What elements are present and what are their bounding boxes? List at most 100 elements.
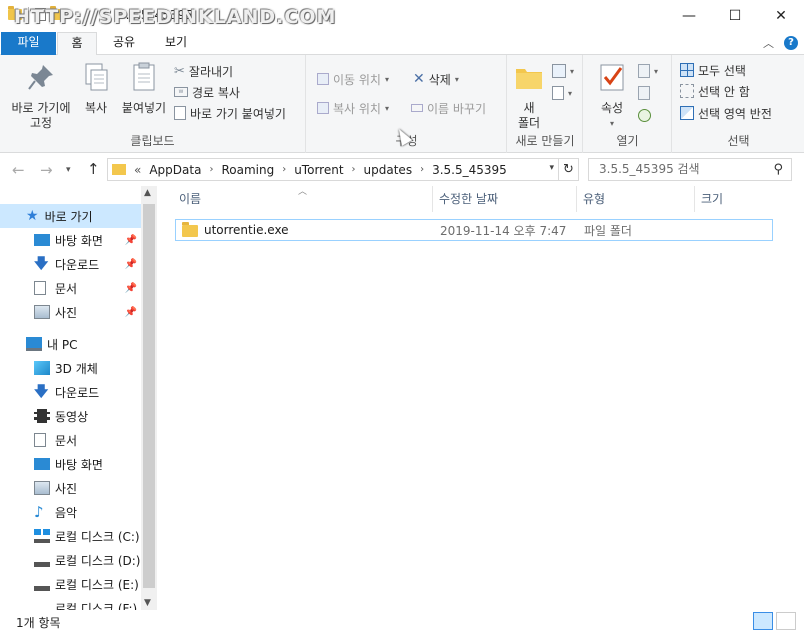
- scroll-up-icon[interactable]: ▲: [144, 188, 151, 198]
- search-icon[interactable]: ⚲: [773, 159, 783, 180]
- tab-home[interactable]: 홈: [57, 32, 97, 56]
- invert-selection-button[interactable]: 선택 영역 반전: [680, 103, 772, 123]
- nav-pc-drive-c[interactable]: 로컬 디스크 (C:): [0, 524, 141, 548]
- properties-check-icon: [600, 64, 624, 91]
- nav-quick-downloads-label: 다운로드: [55, 257, 100, 272]
- breadcrumb-appdata[interactable]: AppData: [149, 163, 201, 177]
- cube-icon: [34, 361, 50, 375]
- table-row[interactable]: utorrentie.exe 2019-11-14 오후 7:47 파일 폴더: [175, 219, 773, 241]
- rename-icon: [411, 104, 423, 112]
- new-item-button[interactable]: ▾: [552, 61, 574, 81]
- column-header-modified[interactable]: 수정한 날짜: [433, 186, 577, 212]
- search-input[interactable]: 3.5.5_45395 검색 ⚲: [588, 158, 792, 181]
- nav-quick-pictures[interactable]: 사진 📌: [0, 300, 141, 324]
- select-all-label: 모두 선택: [698, 63, 746, 78]
- nav-pc-music[interactable]: ♪ 음악: [0, 500, 141, 524]
- up-arrow-icon[interactable]: ↑: [87, 160, 100, 178]
- help-icon[interactable]: ?: [784, 36, 798, 50]
- edit-button[interactable]: [638, 83, 650, 103]
- breadcrumb-utorrent[interactable]: uTorrent: [294, 163, 343, 177]
- move-to-button[interactable]: 이동 위치 ▾: [317, 69, 389, 89]
- nav-this-pc[interactable]: 내 PC: [0, 332, 141, 356]
- move-to-icon: [317, 73, 329, 85]
- nav-pc-3d-objects[interactable]: 3D 개체: [0, 356, 141, 380]
- back-arrow-icon[interactable]: ←: [12, 161, 25, 179]
- address-dropdown-icon[interactable]: ▾: [549, 163, 554, 173]
- breadcrumb-separator-icon[interactable]: ›: [209, 164, 213, 175]
- film-icon: [34, 409, 50, 423]
- paste-shortcut-button[interactable]: 바로 가기 붙여넣기: [174, 103, 286, 123]
- breadcrumb-separator-icon[interactable]: ›: [420, 164, 424, 175]
- open-group-label: 열기: [616, 134, 639, 148]
- nav-pc-drive-d[interactable]: 로컬 디스크 (D:): [0, 548, 141, 572]
- address-bar[interactable]: « AppData › Roaming › uTorrent › updates…: [107, 158, 559, 181]
- refresh-button[interactable]: ↻: [559, 158, 579, 181]
- navigation-bar: ← → ▾ ↑ « AppData › Roaming › uTorrent ›…: [0, 154, 804, 186]
- copy-path-button[interactable]: w 경로 복사: [174, 82, 240, 102]
- history-button[interactable]: [638, 105, 651, 125]
- nav-pc-drive-f-label: 로컬 디스크 (F:): [55, 601, 138, 611]
- nav-pc-documents[interactable]: 문서: [0, 428, 141, 452]
- easy-access-button[interactable]: ▾: [552, 83, 572, 103]
- breadcrumb-overflow[interactable]: «: [134, 163, 141, 177]
- tab-view[interactable]: 보기: [156, 32, 196, 55]
- large-icons-view-button[interactable]: [776, 612, 796, 630]
- rename-label: 이름 바꾸기: [427, 101, 487, 116]
- paste-button[interactable]: 붙여넣기: [118, 61, 170, 116]
- select-all-button[interactable]: 모두 선택: [680, 60, 746, 80]
- tab-file[interactable]: 파일: [1, 32, 56, 55]
- breadcrumb-separator-icon[interactable]: ›: [282, 164, 286, 175]
- column-header-size[interactable]: 크기: [695, 186, 785, 212]
- move-to-label: 이동 위치: [333, 72, 381, 87]
- nav-quick-desktop[interactable]: 바탕 화면 📌: [0, 228, 141, 252]
- nav-quick-downloads[interactable]: 🡇 다운로드 📌: [0, 252, 141, 276]
- select-none-label: 선택 안 함: [698, 84, 750, 99]
- recent-locations-chevron-icon[interactable]: ▾: [66, 165, 71, 175]
- properties-label: 속성: [600, 101, 624, 115]
- move-to-dropdown-icon: ▾: [384, 74, 389, 84]
- nav-quick-access[interactable]: ★ 바로 가기: [0, 204, 141, 228]
- properties-button[interactable]: 속성 ▾: [594, 61, 630, 131]
- copy-to-button[interactable]: 복사 위치 ▾: [317, 98, 389, 118]
- nav-quick-documents[interactable]: 문서 📌: [0, 276, 141, 300]
- music-note-icon: ♪: [34, 503, 44, 521]
- nav-scrollbar[interactable]: ▲ ▼: [141, 186, 157, 610]
- tab-share[interactable]: 공유: [104, 32, 144, 55]
- clipboard-group: 바로 가기에 고정 복사 붙여넣기 ✂ 잘라내기 w 경로 복사 바로 가기 붙…: [0, 55, 306, 153]
- nav-pc-desktop[interactable]: 바탕 화면: [0, 452, 141, 476]
- scroll-down-icon[interactable]: ▼: [144, 598, 151, 608]
- easy-access-dropdown-icon: ▾: [568, 88, 573, 98]
- cut-button[interactable]: ✂ 잘라내기: [174, 61, 233, 81]
- details-view-button[interactable]: [753, 612, 773, 630]
- maximize-button[interactable]: ☐: [712, 0, 758, 32]
- open-button[interactable]: ▾: [638, 61, 658, 81]
- new-folder-button[interactable]: 새 폴더: [512, 61, 546, 131]
- minimize-button[interactable]: —: [666, 0, 712, 32]
- copy-button[interactable]: 복사: [78, 61, 114, 116]
- ribbon-collapse-chevron-icon[interactable]: ︿: [763, 35, 774, 51]
- nav-pc-desktop-label: 바탕 화면: [55, 457, 103, 472]
- delete-button[interactable]: ✕ 삭제 ▾: [413, 69, 459, 89]
- nav-pc-downloads[interactable]: 🡇 다운로드: [0, 380, 141, 404]
- forward-arrow-icon[interactable]: →: [40, 161, 53, 179]
- pin-quick-access-button[interactable]: 바로 가기에 고정: [6, 61, 76, 131]
- close-button[interactable]: ✕: [758, 0, 804, 32]
- breadcrumb-current[interactable]: 3.5.5_45395: [432, 163, 507, 177]
- column-header-name[interactable]: 이름: [173, 186, 433, 212]
- breadcrumb-updates[interactable]: updates: [364, 163, 413, 177]
- scrollbar-thumb[interactable]: [143, 204, 155, 588]
- rename-button[interactable]: 이름 바꾸기: [411, 98, 486, 118]
- nav-pc-videos[interactable]: 동영상: [0, 404, 141, 428]
- nav-pc-drive-e[interactable]: 로컬 디스크 (E:): [0, 572, 141, 596]
- nav-pc-3d-objects-label: 3D 개체: [55, 361, 98, 376]
- column-header-type[interactable]: 유형: [577, 186, 695, 212]
- breadcrumb-roaming[interactable]: Roaming: [221, 163, 274, 177]
- select-none-button[interactable]: 선택 안 함: [680, 81, 750, 101]
- nav-pc-music-label: 음악: [55, 505, 78, 520]
- file-name-cell: utorrentie.exe: [182, 222, 289, 237]
- invert-selection-icon: [680, 106, 694, 120]
- breadcrumb-separator-icon[interactable]: ›: [352, 164, 356, 175]
- nav-pc-pictures[interactable]: 사진: [0, 476, 141, 500]
- file-type: 파일 폴더: [584, 223, 632, 238]
- nav-pc-drive-f[interactable]: 로컬 디스크 (F:): [0, 596, 141, 610]
